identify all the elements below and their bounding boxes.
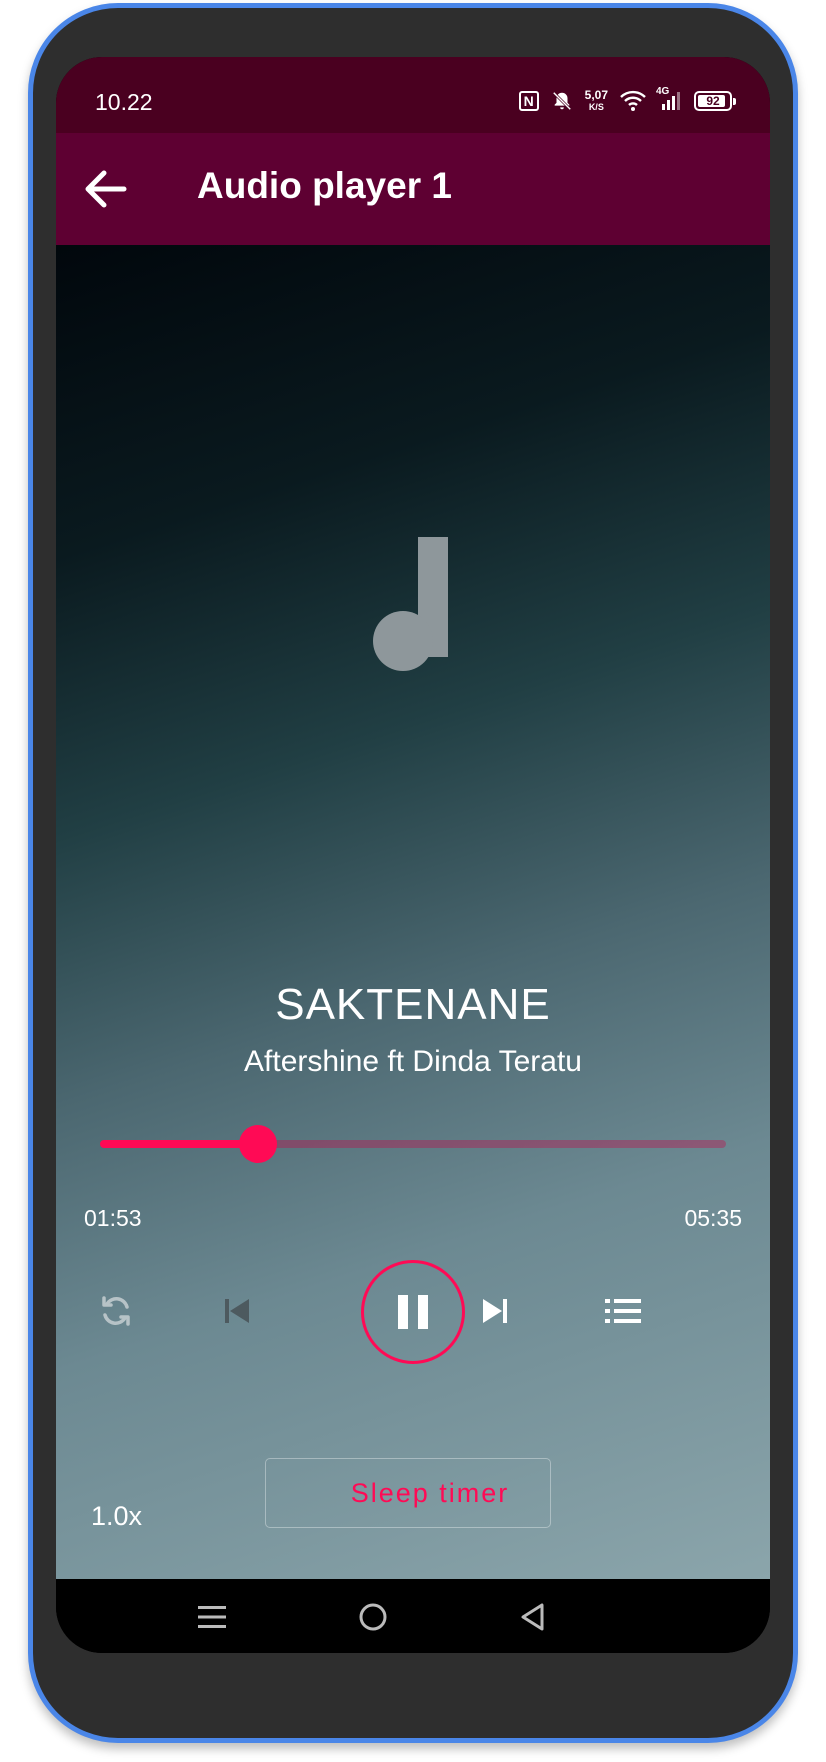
pause-icon bbox=[398, 1295, 428, 1329]
seek-thumb[interactable] bbox=[239, 1125, 278, 1163]
repeat-icon bbox=[102, 1296, 130, 1326]
play-pause-button[interactable] bbox=[361, 1260, 465, 1364]
app-bar: Audio player 1 bbox=[56, 133, 770, 245]
battery-icon: 92 bbox=[694, 91, 736, 111]
network-type: 4G bbox=[656, 86, 670, 97]
skip-previous-icon bbox=[225, 1299, 249, 1323]
home-button[interactable] bbox=[351, 1595, 395, 1639]
song-artist: Aftershine ft Dinda Teratu bbox=[244, 1045, 582, 1078]
circle-icon bbox=[359, 1603, 387, 1631]
sleep-timer-label: Sleep timer bbox=[350, 1477, 510, 1508]
status-bar: 10.22 N 5,07 K/S 4G 92 bbox=[56, 57, 770, 133]
sleep-timer-button[interactable]: Sleep timer bbox=[265, 1458, 551, 1528]
repeat-button[interactable] bbox=[85, 1280, 147, 1342]
arrow-left-icon bbox=[85, 170, 127, 208]
triangle-back-icon bbox=[521, 1603, 544, 1631]
playback-speed-button[interactable]: 1.0x bbox=[91, 1501, 142, 1532]
system-nav-bar bbox=[56, 1579, 770, 1653]
time-elapsed: 01:53 bbox=[84, 1205, 142, 1231]
song-title: SAKTENANE bbox=[275, 980, 551, 1029]
moon-icon bbox=[313, 1478, 329, 1508]
battery-level: 92 bbox=[706, 94, 720, 108]
status-icons: N 5,07 K/S 4G 92 bbox=[518, 86, 736, 115]
net-speed: 5,07 K/S bbox=[585, 89, 608, 113]
recent-apps-button[interactable] bbox=[190, 1595, 234, 1639]
time-total: 05:35 bbox=[684, 1205, 742, 1231]
nfc-icon: N bbox=[518, 91, 539, 111]
music-note-icon bbox=[373, 537, 448, 671]
back-button[interactable] bbox=[78, 161, 134, 217]
playlist-icon bbox=[605, 1299, 641, 1323]
screen: 10.22 N 5,07 K/S 4G 92 Audio player 1 SA… bbox=[56, 57, 770, 1653]
playlist-button[interactable] bbox=[592, 1280, 654, 1342]
previous-button[interactable] bbox=[206, 1280, 268, 1342]
page-title: Audio player 1 bbox=[197, 165, 452, 206]
next-button[interactable] bbox=[464, 1280, 526, 1342]
seek-track-played bbox=[100, 1140, 259, 1148]
menu-icon bbox=[198, 1606, 226, 1628]
skip-next-icon bbox=[483, 1299, 507, 1323]
wifi-icon bbox=[620, 90, 646, 112]
album-art bbox=[356, 520, 466, 680]
signal-icon: 4G bbox=[656, 86, 682, 112]
net-speed-unit: K/S bbox=[588, 102, 604, 112]
bell-off-icon bbox=[551, 90, 573, 112]
net-speed-value: 5,07 bbox=[584, 88, 608, 102]
back-nav-button[interactable] bbox=[511, 1595, 555, 1639]
seek-slider[interactable] bbox=[100, 1125, 726, 1165]
player-content: SAKTENANE Aftershine ft Dinda Teratu 01:… bbox=[56, 245, 770, 1589]
playback-controls bbox=[56, 1255, 770, 1365]
status-time: 10.22 bbox=[95, 89, 153, 115]
